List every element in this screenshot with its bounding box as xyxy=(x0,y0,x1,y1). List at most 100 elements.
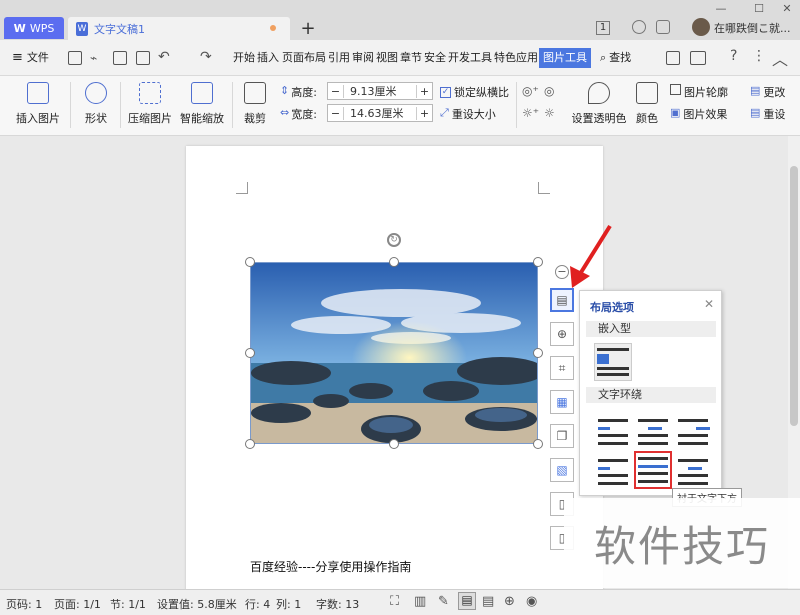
web-view-icon[interactable]: ⊕ xyxy=(504,594,515,609)
resize-handle-right[interactable] xyxy=(533,348,543,358)
height-decrease-button[interactable]: − xyxy=(328,84,344,98)
status-section[interactable]: 节: 1/1 xyxy=(110,596,146,612)
new-tab-button[interactable]: + xyxy=(298,17,318,39)
minimize-button[interactable]: — xyxy=(708,0,734,16)
eye-protection-icon[interactable]: ◉ xyxy=(526,594,537,609)
wrap-top-bottom-option[interactable] xyxy=(596,455,630,489)
brightness-up-icon[interactable]: ☼⁺ xyxy=(522,106,539,120)
crop-button[interactable]: 裁剪 xyxy=(238,82,272,126)
avatar[interactable] xyxy=(692,18,710,36)
width-decrease-button[interactable]: − xyxy=(328,106,344,120)
menu-item-home[interactable]: 开始 xyxy=(233,48,255,68)
shirt-icon[interactable] xyxy=(656,20,670,34)
copy-image-button[interactable]: ❐ xyxy=(550,424,574,448)
layout-options-button[interactable]: ▤ xyxy=(550,288,574,312)
menu-item-page-layout[interactable]: 页面布局 xyxy=(282,48,326,68)
wrap-behind-text-option[interactable] xyxy=(634,451,672,489)
scrollbar-thumb[interactable] xyxy=(790,166,798,426)
print-preview-icon[interactable] xyxy=(136,51,150,65)
status-page[interactable]: 页面: 1/1 xyxy=(54,596,101,612)
skin-icon[interactable] xyxy=(632,20,646,34)
height-increase-button[interactable]: + xyxy=(416,84,432,98)
change-image-button[interactable]: ▤ 更改 xyxy=(750,84,785,100)
more-tools-icon[interactable] xyxy=(690,51,706,65)
menu-item-view[interactable]: 视图 xyxy=(376,48,398,68)
adjust-icon-2[interactable]: ◎ xyxy=(544,84,554,98)
format-painter-icon[interactable]: ⌁ xyxy=(90,51,104,65)
reset-image-button[interactable]: ▤ 重设 xyxy=(750,106,785,122)
menu-item-picture-tools[interactable]: 图片工具 xyxy=(539,48,591,68)
width-spinner[interactable]: − 14.63厘米 + xyxy=(327,104,433,122)
close-button[interactable]: ✕ xyxy=(774,0,800,16)
rotate-handle-icon[interactable]: ↻ xyxy=(387,233,401,247)
window-count-badge[interactable]: 1 xyxy=(596,21,610,35)
status-setting[interactable]: 设置值: 5.8厘米 xyxy=(157,596,237,612)
share-icon[interactable] xyxy=(666,51,680,65)
resize-handle-bottom-right[interactable] xyxy=(533,439,543,449)
help-icon[interactable]: ? xyxy=(730,48,737,64)
insert-image-button[interactable]: 插入图片 xyxy=(10,82,66,126)
reset-size-button[interactable]: ⤢ 重设大小 xyxy=(440,106,496,122)
collapse-ribbon-icon[interactable]: ︿ xyxy=(772,46,788,70)
resize-handle-top[interactable] xyxy=(389,257,399,267)
status-row[interactable]: 行: 4 xyxy=(245,596,270,612)
resize-handle-top-right[interactable] xyxy=(533,257,543,267)
height-input[interactable]: 9.13厘米 xyxy=(344,83,416,99)
menu-item-developer[interactable]: 开发工具 xyxy=(448,48,492,68)
save-icon[interactable] xyxy=(68,51,82,65)
print-icon[interactable] xyxy=(113,51,127,65)
resize-handle-bottom[interactable] xyxy=(389,439,399,449)
color-button[interactable]: 颜色 xyxy=(632,82,662,126)
image-outline-button[interactable]: 图片轮廓 xyxy=(670,84,728,100)
width-increase-button[interactable]: + xyxy=(416,106,432,120)
wrap-square-option[interactable] xyxy=(596,415,630,449)
wrap-inline-option[interactable] xyxy=(594,343,632,381)
lock-ratio-checkbox[interactable]: ✓ 锁定纵横比 xyxy=(440,84,509,100)
fullscreen-icon[interactable]: ⛶ xyxy=(390,594,399,609)
image-effect-button[interactable]: ▣ 图片效果 xyxy=(670,106,727,122)
close-panel-icon[interactable]: ✕ xyxy=(704,297,714,311)
menu-item-security[interactable]: 安全 xyxy=(424,48,446,68)
redo-icon[interactable]: ↷ xyxy=(200,49,212,65)
shape-button[interactable]: 形状 xyxy=(76,82,116,126)
maximize-button[interactable]: ☐ xyxy=(746,0,772,16)
smart-scale-button[interactable]: 智能缩放 xyxy=(178,82,226,126)
menu-item-insert[interactable]: 插入 xyxy=(257,48,279,68)
status-word-count[interactable]: 字数: 13 xyxy=(316,596,359,612)
file-menu[interactable]: ≡ 文件 xyxy=(12,48,49,68)
status-column[interactable]: 列: 1 xyxy=(276,596,301,612)
search-button[interactable]: ⌕ 查找 xyxy=(600,48,631,68)
undo-icon[interactable]: ↶ xyxy=(158,49,170,65)
read-mode-icon[interactable]: ▥ xyxy=(414,594,426,609)
page-view-icon[interactable]: ▤ xyxy=(458,592,476,610)
adjust-icon-1[interactable]: ◎⁺ xyxy=(522,84,539,98)
document-body-text[interactable]: 百度经验----分享使用操作指南 xyxy=(250,558,411,575)
wrap-in-front-option[interactable] xyxy=(676,455,710,489)
wrap-through-option[interactable] xyxy=(676,415,710,449)
outline-view-icon[interactable]: ▤ xyxy=(482,594,494,609)
menu-item-special-apps[interactable]: 特色应用 xyxy=(494,48,538,68)
wrap-tight-option[interactable] xyxy=(636,415,670,449)
document-tab[interactable]: W 文字文稿1 xyxy=(68,17,290,40)
user-name[interactable]: 在哪跌倒こ就... xyxy=(714,20,791,36)
wps-home-tab[interactable]: W WPS xyxy=(4,17,64,39)
edit-mode-icon[interactable]: ✎ xyxy=(438,594,449,609)
width-input[interactable]: 14.63厘米 xyxy=(344,105,416,121)
brightness-down-icon[interactable]: ☼ xyxy=(544,106,555,120)
set-transparent-button[interactable]: 设置透明色 xyxy=(572,82,627,126)
selected-image[interactable] xyxy=(250,262,538,444)
menu-item-review[interactable]: 审阅 xyxy=(352,48,374,68)
resize-handle-bottom-left[interactable] xyxy=(245,439,255,449)
compress-side-button[interactable]: ▦ xyxy=(550,390,574,414)
resize-handle-left[interactable] xyxy=(245,348,255,358)
compress-image-button[interactable]: 压缩图片 xyxy=(126,82,174,126)
height-spinner[interactable]: − 9.13厘米 + xyxy=(327,82,433,100)
status-page-number[interactable]: 页码: 1 xyxy=(6,596,42,612)
menu-item-chapter[interactable]: 章节 xyxy=(400,48,422,68)
resize-handle-top-left[interactable] xyxy=(245,257,255,267)
more-menu-icon[interactable]: ⋮ xyxy=(752,48,766,64)
menu-item-references[interactable]: 引用 xyxy=(328,48,350,68)
zoom-button[interactable]: ⊕ xyxy=(550,322,574,346)
crop-side-button[interactable]: ⌗ xyxy=(550,356,574,380)
image-text-button[interactable]: ▧ xyxy=(550,458,574,482)
